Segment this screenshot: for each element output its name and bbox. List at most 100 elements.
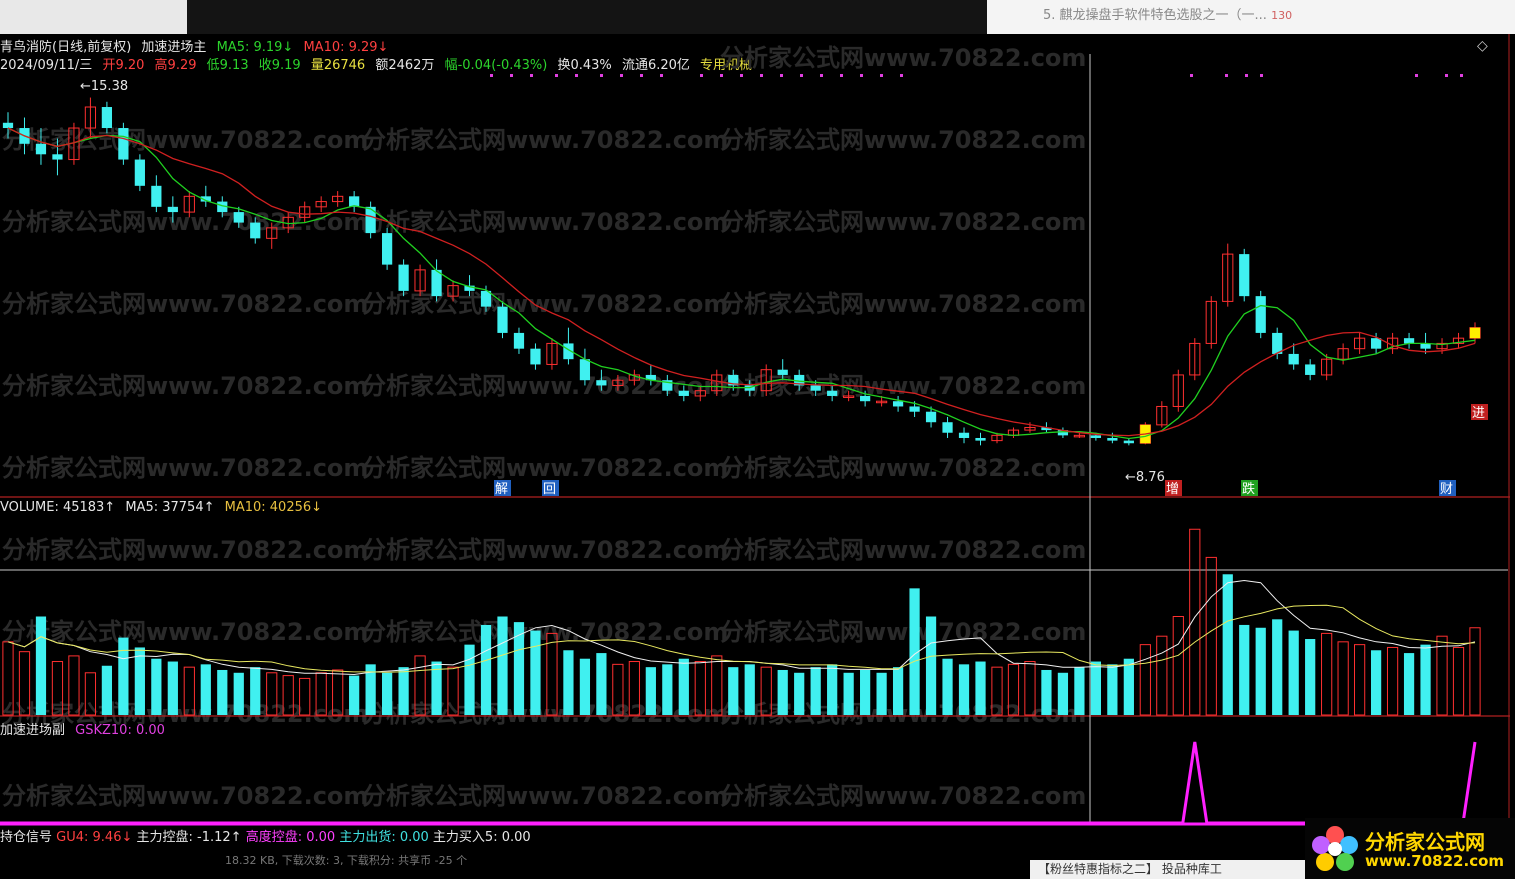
volume-bar [1172, 616, 1184, 716]
candle-body [1123, 440, 1134, 444]
candle-body [678, 390, 689, 396]
logo-url: www.70822.com [1365, 852, 1505, 870]
watermark-layer: 分析家公式网www.70822.com分析家公式网www.70822.com分析… [2, 44, 1086, 810]
ch-label: 主力出货: 0.00 [339, 830, 429, 845]
volume-bar [1321, 632, 1333, 716]
signal-dot [900, 74, 903, 77]
volume-bar [777, 669, 788, 715]
watermark-text: 分析家公式网www.70822.com [720, 208, 1086, 236]
watermark-text: 分析家公式网www.70822.com [362, 700, 728, 728]
volume-bar [860, 669, 871, 715]
signal-dot [1460, 74, 1463, 77]
volume-bar [794, 672, 805, 715]
marker-layer: ←15.38 ←8.76 解 回 增 跌 财 进 ◇ [80, 38, 1488, 497]
signal-dot [800, 74, 803, 77]
candle-body [1288, 353, 1299, 365]
marker-label: 回 [543, 482, 556, 497]
high-price-label: ←15.38 [80, 79, 128, 94]
candle-body [777, 369, 788, 375]
volume-bar [1239, 624, 1250, 715]
watermark-text: 分析家公式网www.70822.com [2, 454, 368, 482]
volume-bar [579, 658, 591, 715]
watermark-text: 分析家公式网www.70822.com [720, 44, 1086, 72]
volume-bar [563, 650, 574, 715]
low-price-label: ←8.76 [1125, 470, 1165, 485]
signal-dot [860, 74, 863, 77]
watermark-text: 分析家公式网www.70822.com [362, 618, 728, 646]
vol-ma10-label: MA10: 40256↓ [224, 500, 323, 515]
kp-label: 主力控盘: -1.12↑ [136, 830, 242, 845]
candle-body [958, 432, 970, 438]
volume-bar [1205, 556, 1217, 716]
volume-bar [101, 665, 113, 715]
volume-bar [1288, 630, 1299, 715]
candle-body [1255, 296, 1266, 333]
signal-name: 持仓信号 [0, 830, 53, 845]
candle-body [2, 122, 14, 129]
volume-bar [382, 672, 393, 715]
volume-bar [250, 667, 261, 715]
bottom-tab-text[interactable]: 【粉丝特惠指标之二】 投品种库工 [1030, 862, 1222, 876]
volume-bar [480, 624, 492, 715]
volume-bar [1436, 635, 1448, 716]
candle-body [1090, 435, 1101, 438]
volume-bar [1370, 650, 1382, 715]
signal-dot [1415, 74, 1418, 77]
watermark-text: 分析家公式网www.70822.com [362, 782, 728, 810]
position-signal-row: 持仓信号 GU4: 9.46↓ 主力控盘: -1.12↑ 高度控盘: 0.00 … [0, 826, 531, 845]
volume-bar [1403, 653, 1415, 715]
stock-chart[interactable]: 分析家公式网www.70822.com分析家公式网www.70822.com分析… [0, 0, 1515, 826]
watermark-text: 分析家公式网www.70822.com [720, 536, 1086, 564]
watermark-text: 分析家公式网www.70822.com [362, 126, 728, 154]
volume-bar [1156, 635, 1168, 716]
candle-body [1239, 254, 1250, 297]
candle-body [530, 348, 541, 365]
volume-bar [1139, 644, 1151, 716]
candle-body [513, 332, 525, 349]
signal-dot [490, 74, 493, 77]
volume-bar [1420, 644, 1431, 715]
signal-dot [640, 74, 643, 77]
volume-bar [1107, 664, 1118, 715]
signal-dot [600, 74, 603, 77]
signal-dot [840, 74, 843, 77]
candle-body [101, 107, 113, 129]
volume-bar [1354, 644, 1366, 716]
candle-body [52, 154, 63, 160]
watermark-text: 分析家公式网www.70822.com [362, 536, 728, 564]
candle-body [975, 437, 986, 441]
signal-dot [1190, 74, 1193, 77]
candle-body [1305, 364, 1316, 375]
volume-bar [167, 661, 178, 715]
signal-dot [880, 74, 883, 77]
candle-body [35, 143, 47, 155]
volume-bar [1222, 574, 1233, 715]
volume-bar [876, 672, 887, 715]
candle-body [925, 411, 937, 423]
volume-bar [513, 622, 525, 715]
candle-body [382, 233, 393, 265]
site-logo: 分析家公式网 www.70822.com [1305, 818, 1515, 879]
volume-bar [530, 630, 541, 715]
file-info: 18.32 KB, 下载次数: 3, 下载积分: 共享币 -25 个 [225, 854, 468, 867]
watermark-text: 分析家公式网www.70822.com [720, 618, 1086, 646]
signal-dot [700, 74, 703, 77]
watermark-text: 分析家公式网www.70822.com [2, 290, 368, 318]
candle-body [134, 159, 145, 186]
volume-bar [596, 653, 607, 715]
signal-dot [510, 74, 513, 77]
signal-dot [820, 74, 823, 77]
signal-dot [720, 74, 723, 77]
bottom-tab[interactable]: 【粉丝特惠指标之二】 投品种库工 [1030, 860, 1330, 879]
footer: 持仓信号 GU4: 9.46↓ 主力控盘: -1.12↑ 高度控盘: 0.00 … [0, 826, 1515, 879]
candle-body [151, 185, 162, 207]
signal-dot [660, 74, 663, 77]
volume-bar [464, 644, 475, 715]
signal-dot [760, 74, 763, 77]
volume-label: VOLUME: 45183↑ [0, 500, 116, 515]
gu4-label: GU4: 9.46↓ [56, 830, 133, 845]
watermark-text: 分析家公式网www.70822.com [362, 208, 728, 236]
signal-dot [530, 74, 533, 77]
volume-bar [1123, 658, 1134, 715]
volume-bar [1041, 669, 1052, 715]
